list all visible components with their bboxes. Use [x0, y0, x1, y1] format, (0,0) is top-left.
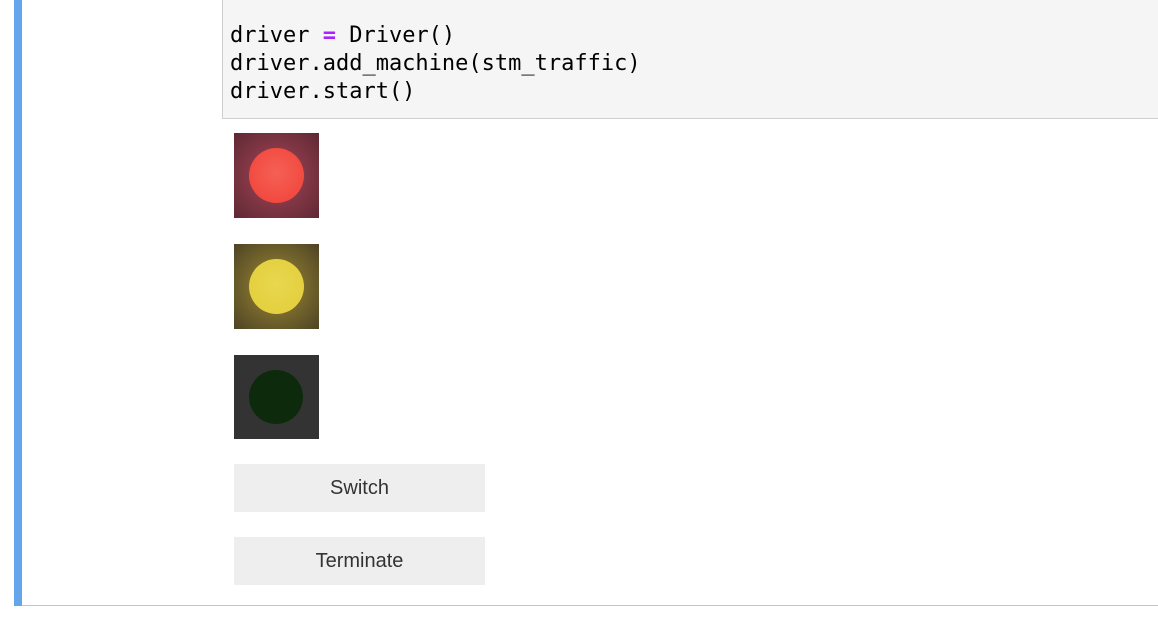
- terminate-button[interactable]: Terminate: [234, 537, 485, 585]
- code-line-2: driver.add_machine(stm_traffic): [230, 51, 641, 76]
- red-light-widget: [234, 133, 319, 218]
- switch-button[interactable]: Switch: [234, 464, 485, 512]
- code-line-1: driver = Driver(): [230, 22, 455, 50]
- yellow-light-bulb: [249, 259, 304, 314]
- code-token: Driver(): [335, 23, 456, 48]
- cell-selection-bar: [14, 0, 22, 606]
- green-light-widget: [234, 355, 319, 439]
- yellow-light-widget: [234, 244, 319, 329]
- code-line-3: driver.start(): [230, 79, 416, 104]
- red-light-bulb: [249, 148, 304, 203]
- green-light-bulb: [249, 370, 303, 424]
- code-operator: =: [322, 23, 336, 48]
- code-token: driver: [230, 23, 323, 48]
- code-input-area[interactable]: driver = Driver() driver.add_machine(stm…: [222, 0, 1158, 119]
- notebook-cell[interactable]: driver = Driver() driver.add_machine(stm…: [14, 0, 1158, 606]
